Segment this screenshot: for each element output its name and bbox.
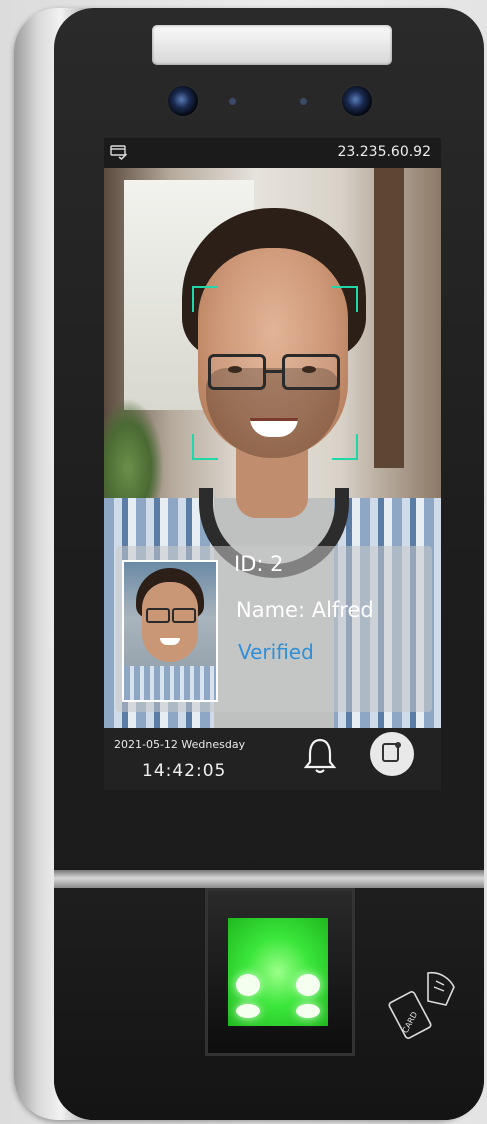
card-icon: [381, 741, 403, 767]
card-check-icon: [110, 144, 128, 164]
fingerprint-led-bottom-right: [296, 1004, 320, 1018]
ir-led-left: [229, 98, 236, 105]
ip-address: 23.235.60.92: [337, 144, 431, 160]
person-name: Name: Alfred: [236, 598, 374, 622]
fingerprint-led-bottom-left: [236, 1004, 260, 1018]
glasses-bridge: [265, 370, 283, 373]
bezel-divider: [54, 870, 484, 888]
right-camera-icon: [342, 86, 372, 116]
screen-footer: 2021-05-12 Wednesday 14:42:05: [104, 728, 441, 790]
current-time: 14:42:05: [142, 761, 227, 781]
card-button[interactable]: [370, 732, 414, 776]
face-bracket-bottom-left: [192, 434, 218, 460]
touch-screen[interactable]: 23.235.60.92 ID: 2 Name: Alfred Verified…: [104, 138, 441, 790]
recognition-result-card: ID: 2 Name: Alfred Verified: [116, 546, 432, 712]
left-camera-icon: [168, 86, 198, 116]
card-reader-label: CARD: [401, 1010, 420, 1034]
background-door-frame: [374, 168, 404, 468]
bell-icon[interactable]: [302, 736, 338, 780]
status-bar: 23.235.60.92: [104, 138, 441, 168]
light-sensor-window: [152, 25, 392, 65]
camera-preview: ID: 2 Name: Alfred Verified: [104, 168, 441, 728]
fingerprint-led-right: [296, 974, 320, 996]
right-eye: [302, 366, 316, 373]
fingerprint-sensor[interactable]: [228, 918, 328, 1026]
current-date: 2021-05-12 Wednesday: [114, 738, 246, 751]
verification-status: Verified: [238, 640, 314, 664]
face-bracket-top-left: [192, 286, 218, 312]
face-bracket-top-right: [332, 286, 358, 312]
fingerprint-led-left: [236, 974, 260, 996]
card-reader-icon: CARD: [388, 965, 460, 1049]
person-id: ID: 2: [234, 552, 284, 576]
left-eye: [228, 366, 242, 373]
thumbnail-glasses-right: [172, 608, 196, 623]
captured-face-thumbnail: [122, 560, 218, 702]
thumbnail-glasses-left: [146, 608, 170, 623]
ir-led-right: [300, 98, 307, 105]
thumbnail-shirt: [124, 666, 216, 700]
face-bracket-bottom-right: [332, 434, 358, 460]
